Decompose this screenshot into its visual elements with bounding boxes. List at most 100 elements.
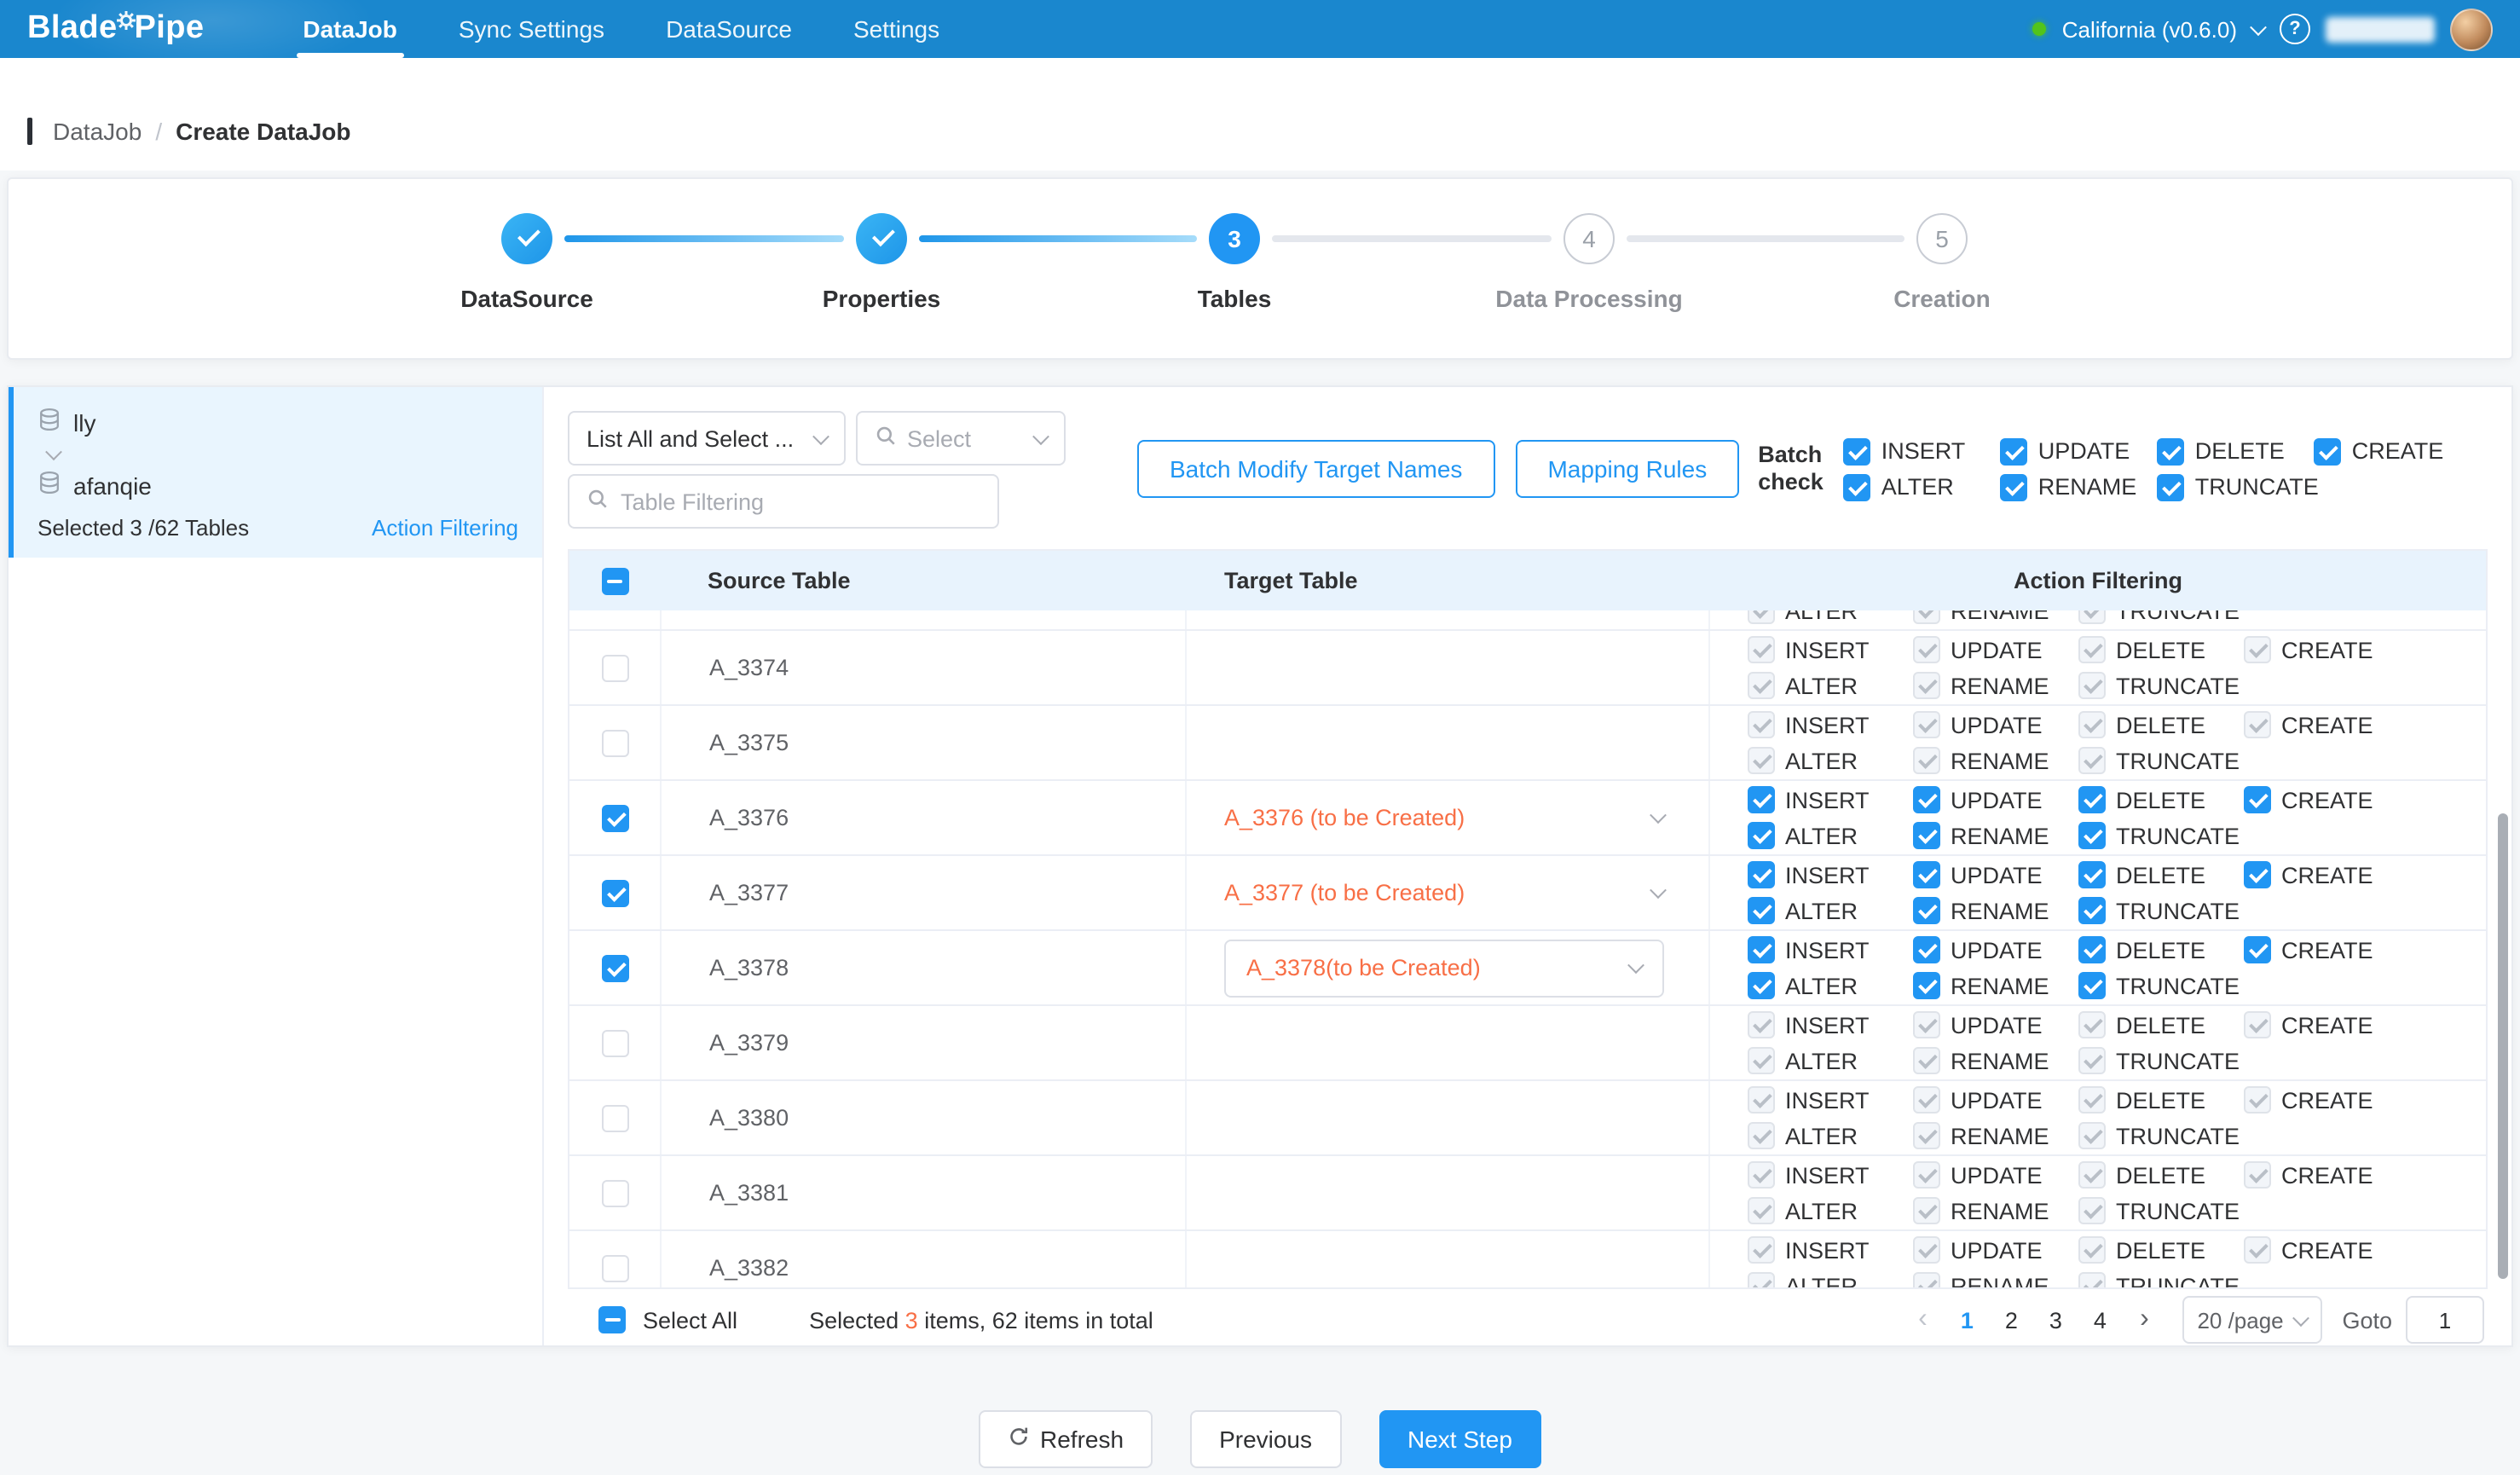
action-checkbox-rename[interactable]	[1913, 1272, 1940, 1287]
action-checkbox-create[interactable]	[2244, 936, 2271, 963]
target-table-select[interactable]: A_3378(to be Created)	[1224, 939, 1664, 997]
batch-modify-button[interactable]: Batch Modify Target Names	[1137, 440, 1494, 498]
target-table-select[interactable]: A_3376 (to be Created)	[1187, 781, 1710, 854]
action-checkbox-rename[interactable]	[1913, 1197, 1940, 1224]
action-checkbox-truncate[interactable]	[2078, 672, 2106, 699]
action-checkbox-update[interactable]	[1913, 861, 1940, 888]
action-checkbox-create[interactable]	[2244, 861, 2271, 888]
action-checkbox-truncate[interactable]	[2078, 1272, 2106, 1287]
action-checkbox-delete[interactable]	[2078, 1161, 2106, 1189]
pagination-page-4[interactable]: 4	[2079, 1298, 2120, 1342]
action-checkbox-insert[interactable]	[1748, 1236, 1775, 1264]
action-checkbox-rename[interactable]	[1913, 1047, 1940, 1074]
action-checkbox-insert[interactable]	[1748, 786, 1775, 813]
table-filter-input[interactable]: Table Filtering	[568, 474, 999, 529]
row-checkbox[interactable]	[601, 1254, 628, 1281]
action-checkbox-alter[interactable]	[1748, 897, 1775, 924]
action-checkbox-insert[interactable]	[1748, 636, 1775, 663]
row-checkbox[interactable]	[601, 654, 628, 681]
row-checkbox[interactable]	[601, 1029, 628, 1056]
action-checkbox-insert[interactable]	[1748, 1161, 1775, 1189]
action-checkbox-update[interactable]	[1913, 786, 1940, 813]
action-checkbox-create[interactable]	[2244, 786, 2271, 813]
action-checkbox-alter[interactable]	[1748, 610, 1775, 624]
action-checkbox-update[interactable]	[1913, 636, 1940, 663]
chevron-down-icon[interactable]	[2250, 18, 2267, 35]
previous-button[interactable]: Previous	[1190, 1410, 1341, 1468]
nav-item-sync-settings[interactable]: Sync Settings	[428, 0, 635, 58]
action-checkbox-create[interactable]	[2244, 1086, 2271, 1113]
action-checkbox-alter[interactable]	[1748, 747, 1775, 774]
list-mode-select[interactable]: List All and Select ...	[568, 411, 846, 466]
action-checkbox-create[interactable]	[2244, 1161, 2271, 1189]
row-checkbox[interactable]	[601, 954, 628, 981]
action-filtering-link[interactable]: Action Filtering	[372, 515, 518, 541]
action-checkbox-delete[interactable]	[2078, 786, 2106, 813]
action-checkbox-alter[interactable]	[1748, 1272, 1775, 1287]
action-checkbox-insert[interactable]	[1844, 437, 1871, 465]
action-checkbox-rename[interactable]	[1913, 672, 1940, 699]
action-checkbox-alter[interactable]	[1844, 473, 1871, 500]
select-all-checkbox[interactable]	[601, 567, 628, 594]
brand-logo[interactable]: Blade Pipe	[27, 0, 204, 58]
row-checkbox[interactable]	[601, 1179, 628, 1206]
action-checkbox-create[interactable]	[2244, 711, 2271, 738]
action-checkbox-truncate[interactable]	[2078, 897, 2106, 924]
action-checkbox-truncate[interactable]	[2158, 473, 2185, 500]
action-checkbox-delete[interactable]	[2078, 1086, 2106, 1113]
column-select[interactable]: Select	[856, 411, 1066, 466]
breadcrumb-parent[interactable]: DataJob	[53, 118, 142, 145]
action-checkbox-alter[interactable]	[1748, 972, 1775, 999]
action-checkbox-delete[interactable]	[2078, 936, 2106, 963]
action-checkbox-rename[interactable]	[2001, 473, 2028, 500]
action-checkbox-update[interactable]	[2001, 437, 2028, 465]
action-checkbox-alter[interactable]	[1748, 1047, 1775, 1074]
action-checkbox-create[interactable]	[2244, 1011, 2271, 1038]
action-checkbox-truncate[interactable]	[2078, 972, 2106, 999]
pagination-page-2[interactable]: 2	[1991, 1298, 2032, 1342]
row-checkbox[interactable]	[601, 1104, 628, 1131]
next-step-button[interactable]: Next Step	[1378, 1410, 1541, 1468]
target-table-select[interactable]: A_3377 (to be Created)	[1187, 856, 1710, 929]
refresh-button[interactable]: Refresh	[979, 1410, 1153, 1468]
action-checkbox-alter[interactable]	[1748, 1122, 1775, 1149]
action-checkbox-create[interactable]	[2315, 437, 2342, 465]
action-checkbox-delete[interactable]	[2078, 711, 2106, 738]
action-checkbox-insert[interactable]	[1748, 1011, 1775, 1038]
database-pair-item[interactable]: lly afanqie Se	[9, 387, 542, 558]
region-selector[interactable]: California (v0.6.0)	[2062, 16, 2237, 42]
row-checkbox[interactable]	[601, 729, 628, 756]
row-checkbox[interactable]	[601, 879, 628, 906]
action-checkbox-update[interactable]	[1913, 1086, 1940, 1113]
pagination-page-1[interactable]: 1	[1946, 1298, 1987, 1342]
help-icon[interactable]: ?	[2280, 14, 2310, 44]
action-checkbox-update[interactable]	[1913, 1161, 1940, 1189]
action-checkbox-rename[interactable]	[1913, 897, 1940, 924]
action-checkbox-delete[interactable]	[2078, 861, 2106, 888]
action-checkbox-create[interactable]	[2244, 1236, 2271, 1264]
avatar[interactable]	[2450, 8, 2493, 50]
nav-item-datasource[interactable]: DataSource	[635, 0, 823, 58]
mapping-rules-button[interactable]: Mapping Rules	[1515, 440, 1739, 498]
footer-select-all-checkbox[interactable]	[598, 1306, 626, 1333]
action-checkbox-update[interactable]	[1913, 936, 1940, 963]
action-checkbox-delete[interactable]	[2078, 1236, 2106, 1264]
nav-item-datajob[interactable]: DataJob	[272, 0, 427, 58]
action-checkbox-rename[interactable]	[1913, 1122, 1940, 1149]
action-checkbox-rename[interactable]	[1913, 747, 1940, 774]
action-checkbox-alter[interactable]	[1748, 672, 1775, 699]
page-size-select[interactable]: 20 /page	[2182, 1296, 2321, 1344]
action-checkbox-update[interactable]	[1913, 1011, 1940, 1038]
action-checkbox-create[interactable]	[2244, 636, 2271, 663]
action-checkbox-rename[interactable]	[1913, 610, 1940, 624]
action-checkbox-update[interactable]	[1913, 1236, 1940, 1264]
action-checkbox-truncate[interactable]	[2078, 747, 2106, 774]
action-checkbox-truncate[interactable]	[2078, 822, 2106, 849]
pagination-next[interactable]: ›	[2124, 1298, 2165, 1342]
action-checkbox-delete[interactable]	[2078, 636, 2106, 663]
action-checkbox-alter[interactable]	[1748, 1197, 1775, 1224]
action-checkbox-truncate[interactable]	[2078, 610, 2106, 624]
pagination-prev[interactable]: ‹	[1902, 1298, 1943, 1342]
action-checkbox-truncate[interactable]	[2078, 1047, 2106, 1074]
action-checkbox-insert[interactable]	[1748, 936, 1775, 963]
